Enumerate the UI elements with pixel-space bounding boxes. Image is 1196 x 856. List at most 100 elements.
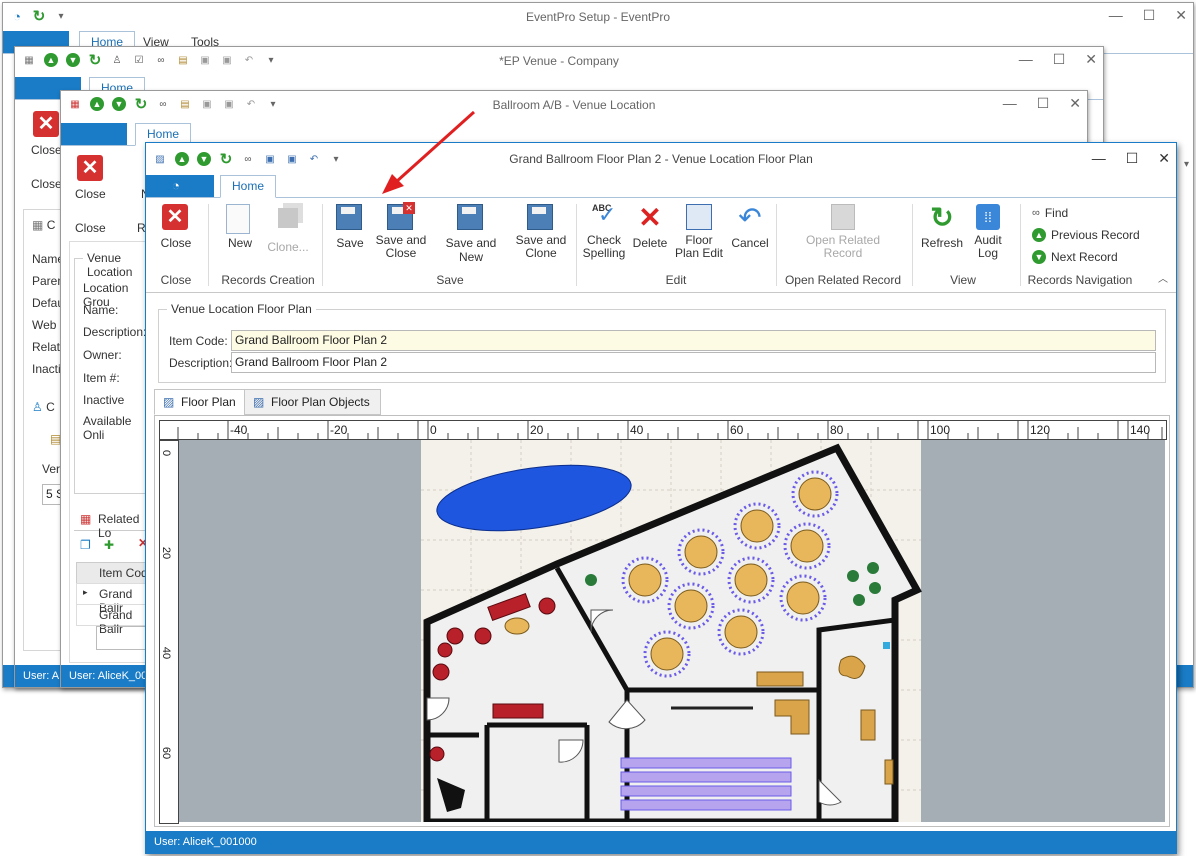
cancel-button[interactable]: ↶ Cancel — [730, 204, 770, 251]
ruler-label: -20 — [330, 423, 348, 437]
table-row[interactable]: ▸ Grand Ballr — [76, 583, 156, 615]
close-button-label[interactable]: Close — [31, 143, 62, 157]
close-icon[interactable]: ✕ — [33, 111, 59, 137]
venue-location-group: Venue Location Location Grou Name: Descr… — [74, 251, 156, 494]
ruler-label: 60 — [160, 746, 173, 760]
floor-plan-canvas[interactable] — [179, 440, 1165, 822]
tab-home[interactable]: Home — [220, 175, 276, 198]
app-logo-icon: ◔ — [172, 178, 180, 193]
scroll-arrow-icon[interactable]: ▾ — [1184, 159, 1189, 170]
minimize-icon[interactable]: — — [1003, 95, 1017, 112]
check-spelling-label-2: Spelling — [582, 246, 626, 260]
save-button-label: Save — [336, 236, 364, 250]
close-button[interactable]: ✕ Close — [158, 204, 194, 250]
save-clone-label-1: Save and — [515, 233, 567, 247]
ribbon: ✕ Close Close New Clone... Records Creat… — [146, 198, 1176, 293]
window-controls: — ☐ ✕ — [1003, 95, 1081, 112]
description-field[interactable]: Grand Ballroom Floor Plan 2 — [231, 352, 1156, 373]
find-button[interactable]: ∞ Find — [1032, 206, 1068, 220]
window-title: Ballroom A/B - Venue Location — [492, 98, 656, 112]
refresh-button-label: Refresh — [920, 236, 964, 250]
tab-floor-plan[interactable]: ▨ Floor Plan — [154, 389, 247, 415]
add-icon[interactable]: ✚ — [104, 538, 114, 552]
group-separator — [776, 204, 777, 286]
close-button-label[interactable]: Close — [75, 187, 106, 201]
next-record-icon: ▼ — [1032, 250, 1046, 264]
open-related-label-2: Record — [823, 246, 863, 260]
tab-floor-plan-objects[interactable]: ▨ Floor Plan Objects — [244, 389, 381, 415]
save-button[interactable]: Save — [332, 204, 368, 250]
new-button[interactable]: New — [222, 204, 258, 250]
contacts-tab[interactable]: ♙ C — [32, 400, 55, 414]
window-controls: — ☐ ✕ — [1092, 150, 1170, 167]
window-title: EventPro Setup - EventPro — [525, 10, 671, 24]
close-icon[interactable]: ✕ — [1069, 95, 1081, 112]
new-document-icon — [226, 204, 250, 234]
ruler-label: 100 — [930, 423, 951, 437]
delete-icon: ✕ — [638, 202, 662, 233]
field-label: Inactive — [83, 393, 125, 407]
group-separator — [322, 204, 323, 286]
related-locations-panel: ▦ Related Lo ❐ ✚ ✕ Item Code ▸ Grand Bal… — [74, 508, 156, 658]
next-record-button[interactable]: ▼ Next Record — [1032, 250, 1118, 264]
close-group-label: Close — [75, 221, 106, 235]
close-icon[interactable]: ✕ — [1175, 7, 1187, 24]
close-icon[interactable]: ✕ — [77, 155, 103, 181]
maximize-icon[interactable]: ☐ — [1143, 7, 1156, 24]
related-tab[interactable]: ▦ Related Lo — [74, 508, 154, 540]
vertical-ruler: 0 20 40 60 — [159, 440, 179, 824]
delete-button[interactable]: ✕ Delete — [632, 202, 668, 251]
ribbon-tabs: ◔ Home — [146, 175, 1176, 198]
table-row[interactable]: Grand Ballr — [76, 604, 156, 636]
section-title: Venue Location Floor Plan — [167, 302, 316, 316]
close-icon[interactable]: ✕ — [1158, 150, 1170, 167]
save-and-clone-button[interactable]: Save and Clone — [514, 204, 568, 260]
group-separator — [208, 204, 209, 286]
previous-record-button[interactable]: ▲ Previous Record — [1032, 228, 1140, 242]
ruler-label: 20 — [530, 423, 544, 437]
coffee-table — [504, 617, 530, 635]
save-and-close-button[interactable]: ✕ Save and Close — [374, 202, 428, 260]
floor-plan-edit-button[interactable]: Floor Plan Edit — [674, 204, 724, 260]
refresh-button[interactable]: ↻ Refresh — [920, 204, 964, 251]
clone-button[interactable]: Clone... — [266, 204, 310, 254]
company-field-label: Inacti — [32, 362, 61, 376]
ruler-label: 80 — [830, 423, 844, 437]
previous-record-label: Previous Record — [1051, 228, 1140, 242]
check-spelling-button[interactable]: ABC ✓ Check Spelling — [582, 202, 626, 260]
item-code-field[interactable]: Grand Ballroom Floor Plan 2 — [231, 330, 1156, 351]
ruler-ticks — [177, 421, 1163, 439]
minimize-icon[interactable]: — — [1109, 7, 1123, 24]
open-related-record-button[interactable]: Open Related Record — [802, 204, 884, 260]
window-title: Grand Ballroom Floor Plan 2 - Venue Loca… — [509, 152, 813, 166]
location-icon: ▦ — [80, 512, 92, 526]
floor-plan-drawing[interactable] — [179, 440, 1165, 822]
minimize-icon[interactable]: — — [1092, 150, 1106, 167]
floor-plan-edit-icon — [686, 204, 712, 230]
audit-log-button[interactable]: ⁞⁞ Audit Log — [970, 204, 1006, 260]
company-tab-c[interactable]: ▦ C — [32, 218, 55, 232]
save-new-label: Save and New — [445, 236, 497, 264]
previous-record-icon: ▲ — [1032, 228, 1046, 242]
vehicle-label: Ver — [42, 462, 61, 476]
horizontal-ruler: -40 -20 0 20 40 60 80 100 120 140 — [159, 420, 1167, 440]
maximize-icon[interactable]: ☐ — [1126, 150, 1139, 167]
find-label: Find — [1044, 206, 1069, 220]
collapse-ribbon-icon[interactable]: ︿ — [1158, 270, 1168, 285]
save-and-new-button[interactable]: Save and New — [434, 204, 508, 264]
maximize-icon[interactable]: ☐ — [1053, 51, 1066, 68]
new-record-icon[interactable]: ❐ — [80, 538, 91, 552]
audit-log-label-1: Audit — [974, 233, 1002, 247]
field-label: Owner: — [83, 348, 122, 362]
group-separator — [912, 204, 913, 286]
maximize-icon[interactable]: ☐ — [1037, 95, 1050, 112]
title-bar: ▦ ▲ ▼ ↻ ♙ ☑ ∞ ▤ ▣ ▣ ↶ ▾ *EP Venue - Comp… — [15, 47, 1103, 75]
title-bar: ◔ ↻ ▾ EventPro Setup - EventPro — ☐ ✕ — [3, 3, 1193, 31]
close-icon[interactable]: ✕ — [1085, 51, 1097, 68]
cancel-button-label: Cancel — [731, 236, 769, 250]
ruler-label: 40 — [630, 423, 644, 437]
file-tab[interactable]: ◔ — [146, 175, 214, 197]
minimize-icon[interactable]: — — [1019, 51, 1033, 68]
file-tab[interactable] — [61, 123, 127, 145]
audit-log-label-2: Log — [977, 246, 999, 260]
